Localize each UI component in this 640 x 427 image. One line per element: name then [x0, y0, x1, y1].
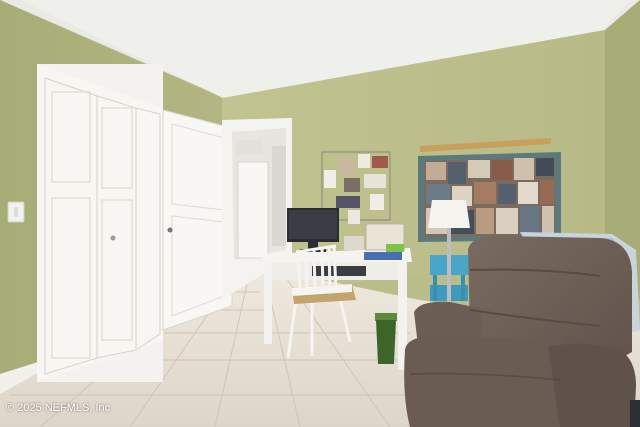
- copyright-watermark: © 2025 NEFMLS, Inc: [6, 402, 111, 414]
- green-trash-bin: [375, 313, 397, 364]
- closet-knob: [110, 235, 116, 241]
- framed-photo-collage: [418, 152, 561, 242]
- room-photo: [0, 0, 640, 427]
